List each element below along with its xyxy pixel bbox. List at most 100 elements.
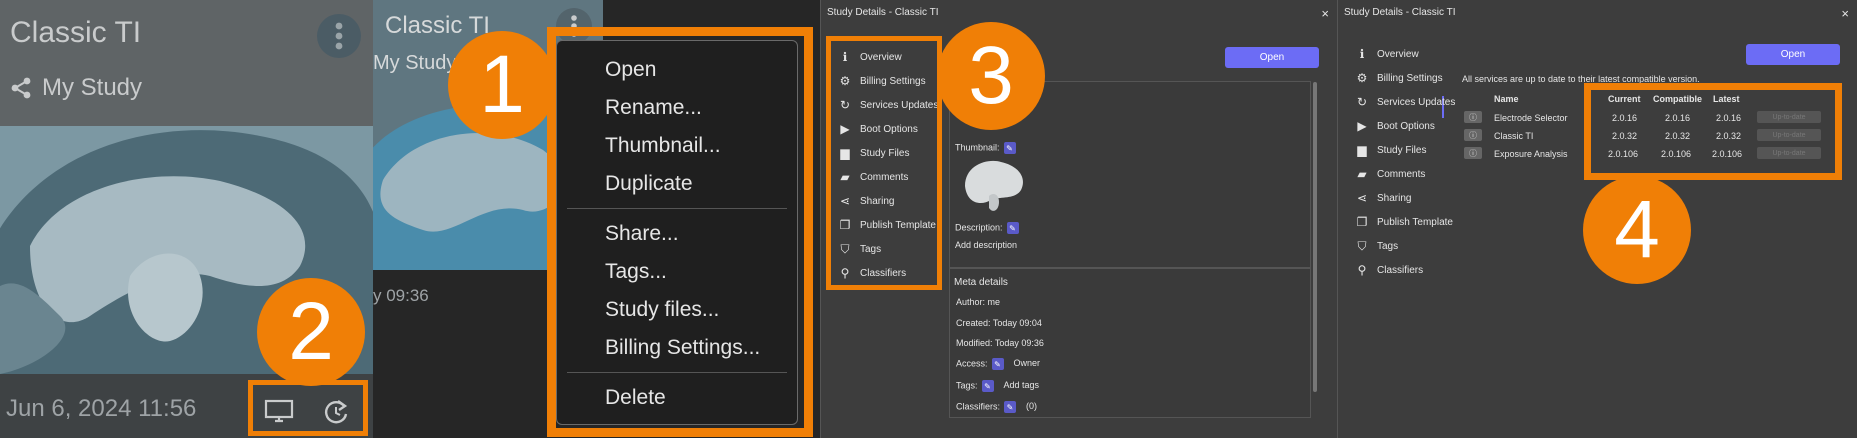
add-description-text[interactable]: Add description — [955, 240, 1017, 250]
kebab-icon — [335, 22, 343, 50]
menu-item-study-files[interactable]: Study files... — [557, 291, 797, 329]
study-owner-label: My Study — [373, 52, 457, 74]
search-icon: ⚲ — [1357, 263, 1367, 277]
nav-item-label: Sharing — [1377, 192, 1412, 204]
open-study-button[interactable]: Open — [1746, 44, 1840, 65]
nav-item-classifiers[interactable]: ⚲ Classifiers — [1355, 263, 1424, 277]
service-info-button[interactable]: ⓘ — [1464, 129, 1482, 141]
nav-item-boot-options[interactable]: ▶ Boot Options — [1355, 119, 1435, 133]
author-text: Author: me — [956, 297, 1001, 307]
service-name: Electrode Selector — [1494, 113, 1568, 123]
menu-item-delete[interactable]: Delete — [557, 379, 797, 417]
description-label-text: Description: — [955, 222, 1003, 233]
nav-item-sharing[interactable]: ⋖ Sharing — [1355, 191, 1412, 205]
update-icon: ↻ — [1356, 95, 1368, 109]
highlight-frame-2 — [248, 380, 368, 436]
menu-item-billing-settings[interactable]: Billing Settings... — [557, 329, 797, 367]
play-icon: ▶ — [1357, 119, 1367, 133]
service-info-button[interactable]: ⓘ — [1464, 111, 1482, 123]
open-study-button[interactable]: Open — [1225, 47, 1319, 68]
brain-thumbnail-image — [965, 160, 1023, 211]
edit-tags-button[interactable]: ✎ — [981, 380, 994, 392]
tags-row: Tags: ✎ Add tags — [956, 380, 1039, 392]
nav-item-publish-template[interactable]: ❐ Publish Template — [1355, 215, 1453, 229]
nav-item-label: Billing Settings — [1377, 72, 1443, 84]
step-badge-2: 2 — [257, 278, 365, 386]
menu-separator — [567, 208, 787, 209]
nav-item-label: Services Updates — [1377, 96, 1456, 108]
comments-icon: ▰ — [1357, 167, 1367, 181]
close-button[interactable]: × — [1321, 6, 1329, 21]
access-row: Access: ✎ Owner — [956, 358, 1040, 370]
pencil-icon: ✎ — [984, 381, 991, 391]
copy-icon: ❐ — [1356, 215, 1368, 229]
service-info-button[interactable]: ⓘ — [1464, 147, 1482, 159]
nav-item-study-files[interactable]: ▆ Study Files — [1355, 143, 1426, 157]
access-value: Owner — [1013, 358, 1041, 369]
gears-icon: ⚙ — [1356, 71, 1368, 85]
tags-icon: ⛉ — [1357, 239, 1367, 253]
modified-text: Modified: Today 09:36 — [956, 338, 1044, 348]
nav-item-comments[interactable]: ▰ Comments — [1355, 167, 1425, 181]
study-owner-label: My Study — [42, 74, 143, 101]
last-modified-time: y 09:36 — [373, 286, 429, 305]
nav-item-label: Classifiers — [1377, 264, 1424, 276]
step-badge-1: 1 — [448, 31, 556, 139]
access-label: Access: — [956, 358, 988, 369]
nav-item-label: Tags — [1377, 241, 1399, 252]
nav-item-label: Publish Template — [1377, 216, 1453, 228]
pencil-icon: ✎ — [994, 359, 1001, 369]
column-header-name: Name — [1494, 94, 1519, 104]
share-icon — [11, 77, 31, 99]
tags-label: Tags: — [956, 380, 978, 391]
highlight-frame-3 — [826, 36, 942, 290]
menu-item-tags[interactable]: Tags... — [557, 253, 797, 291]
menu-separator — [567, 372, 787, 373]
classifiers-label: Classifiers: — [956, 401, 1001, 412]
info-icon: ℹ — [1359, 47, 1365, 61]
edit-thumbnail-button[interactable]: ✎ — [1003, 142, 1016, 154]
step-badge-4: 4 — [1583, 176, 1691, 284]
menu-item-rename[interactable]: Rename... — [557, 89, 797, 127]
nav-item-tags[interactable]: ⛉ Tags — [1355, 239, 1398, 254]
created-text: Created: Today 09:04 — [956, 318, 1042, 328]
classifiers-value: (0) — [1026, 401, 1038, 412]
study-card-title: Classic TI — [385, 12, 490, 39]
service-name: Exposure Analysis — [1494, 149, 1568, 159]
pencil-icon: ✎ — [1006, 143, 1013, 153]
more-options-button[interactable] — [317, 14, 361, 58]
close-button[interactable]: × — [1841, 6, 1849, 21]
info-icon: ⓘ — [1469, 130, 1477, 140]
file-icon: ▆ — [1357, 143, 1367, 157]
share-icon: ⋖ — [1356, 191, 1368, 205]
pencil-icon: ✎ — [1006, 402, 1014, 412]
meta-details-title: Meta details — [954, 277, 1008, 288]
highlight-frame-4 — [1584, 83, 1842, 180]
info-icon: ⓘ — [1469, 112, 1477, 122]
nav-item-overview[interactable]: ℹ Overview — [1355, 47, 1419, 61]
info-icon: ⓘ — [1469, 148, 1477, 158]
edit-classifiers-button[interactable]: ✎ — [1004, 401, 1017, 413]
nav-item-label: Comments — [1377, 168, 1426, 180]
nav-item-services-updates[interactable]: ↻ Services Updates — [1355, 95, 1455, 109]
edit-description-button[interactable]: ✎ — [1006, 222, 1019, 234]
nav-item-label: Overview — [1377, 48, 1419, 60]
last-modified-date: Jun 6, 2024 11:56 — [6, 395, 197, 422]
classifiers-row: Classifiers: ✎ (0) — [956, 401, 1037, 413]
menu-item-share[interactable]: Share... — [557, 215, 797, 253]
nav-item-billing-settings[interactable]: ⚙ Billing Settings — [1355, 71, 1443, 85]
thumbnail-label: Thumbnail: ✎ — [955, 142, 1016, 154]
menu-item-thumbnail[interactable]: Thumbnail... — [557, 127, 797, 165]
dialog-title: Study Details - Classic TI — [827, 7, 939, 18]
service-name: Classic TI — [1494, 131, 1534, 141]
pencil-icon: ✎ — [1009, 223, 1016, 233]
thumbnail-label-text: Thumbnail: — [955, 142, 1000, 153]
nav-item-label: Boot Options — [1377, 120, 1435, 132]
menu-item-open[interactable]: Open — [557, 51, 797, 89]
study-owner-row: My Study — [10, 74, 142, 102]
description-label: Description: ✎ — [955, 222, 1019, 234]
menu-item-duplicate[interactable]: Duplicate — [557, 165, 797, 203]
edit-access-button[interactable]: ✎ — [991, 358, 1004, 370]
scrollbar[interactable] — [1313, 82, 1317, 392]
nav-item-label: Study Files — [1377, 144, 1427, 156]
